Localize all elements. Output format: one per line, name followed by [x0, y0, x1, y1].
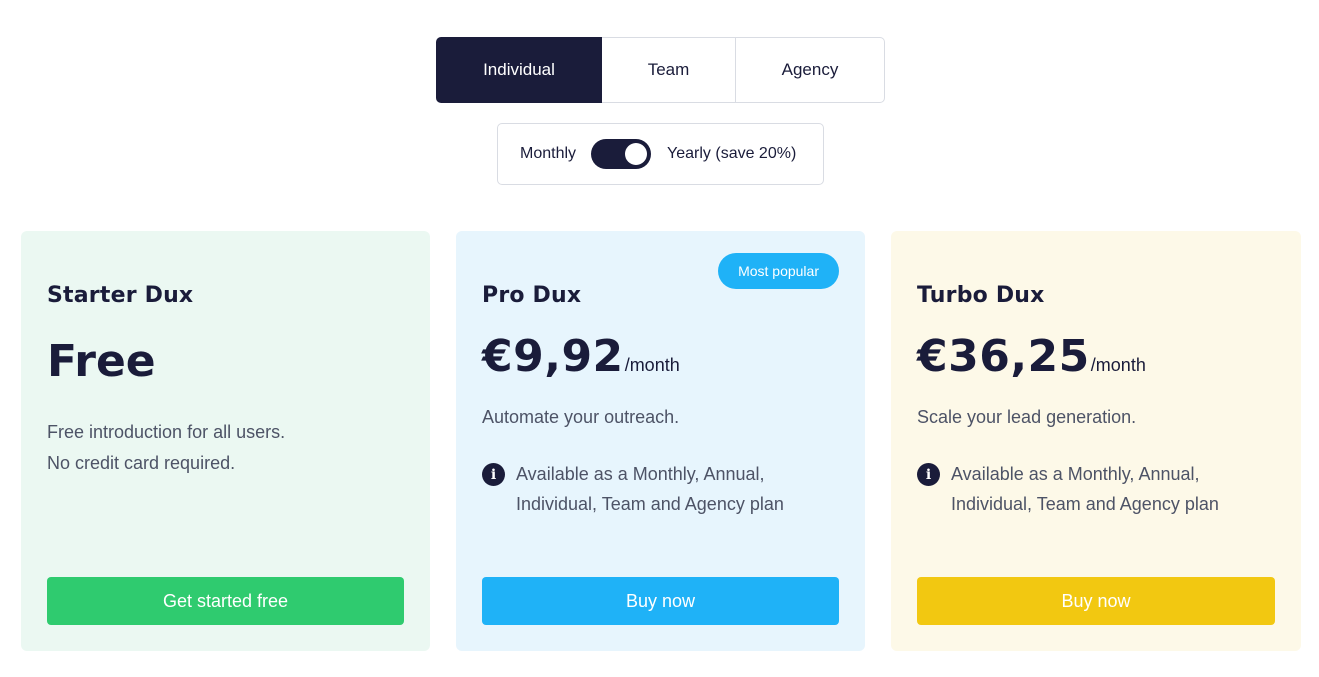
- price-row: €36,25 /month: [917, 331, 1146, 382]
- plan-type-tabs: Individual Team Agency: [436, 37, 885, 103]
- plan-price: Free: [47, 336, 156, 387]
- buy-now-button[interactable]: Buy now: [917, 577, 1275, 625]
- description-line: Free introduction for all users.: [47, 422, 286, 442]
- info-icon[interactable]: i: [482, 463, 505, 486]
- description-line: No credit card required.: [47, 453, 236, 473]
- monthly-label[interactable]: Monthly: [520, 145, 576, 163]
- info-icon[interactable]: i: [917, 463, 940, 486]
- price-row: €9,92 /month: [482, 331, 680, 382]
- switch-knob: [625, 143, 648, 165]
- plan-price: €9,92: [482, 331, 624, 382]
- tab-individual[interactable]: Individual: [436, 37, 602, 103]
- billing-switch[interactable]: [591, 139, 652, 169]
- plan-price: €36,25: [917, 331, 1090, 382]
- plan-name: Turbo Dux: [917, 283, 1045, 308]
- plan-name: Starter Dux: [47, 283, 194, 308]
- price-period: /month: [1090, 355, 1146, 375]
- most-popular-badge: Most popular: [718, 253, 839, 289]
- plan-description: Free introduction for all users. No cred…: [47, 417, 285, 479]
- plan-description: Scale your lead generation.: [917, 407, 1137, 427]
- plan-name: Pro Dux: [482, 283, 582, 308]
- billing-period-toggle: Monthly Yearly (save 20%): [497, 123, 824, 185]
- plan-availability-note: i Available as a Monthly, Annual, Indivi…: [917, 459, 1261, 519]
- tab-agency[interactable]: Agency: [736, 37, 885, 103]
- tab-team[interactable]: Team: [602, 37, 736, 103]
- plan-description: Automate your outreach.: [482, 407, 680, 427]
- plan-availability-note: i Available as a Monthly, Annual, Indivi…: [482, 459, 826, 519]
- note-text: Available as a Monthly, Annual, Individu…: [951, 464, 1219, 514]
- price-period: /month: [624, 355, 680, 375]
- buy-now-button[interactable]: Buy now: [482, 577, 839, 625]
- yearly-label[interactable]: Yearly (save 20%): [667, 145, 796, 163]
- plan-card-pro: Most popular Pro Dux €9,92 /month Automa…: [456, 231, 865, 651]
- plan-card-turbo: Turbo Dux €36,25 /month Scale your lead …: [891, 231, 1301, 651]
- get-started-free-button[interactable]: Get started free: [47, 577, 404, 625]
- note-text: Available as a Monthly, Annual, Individu…: [516, 464, 784, 514]
- plan-card-starter: Starter Dux Free Free introduction for a…: [21, 231, 430, 651]
